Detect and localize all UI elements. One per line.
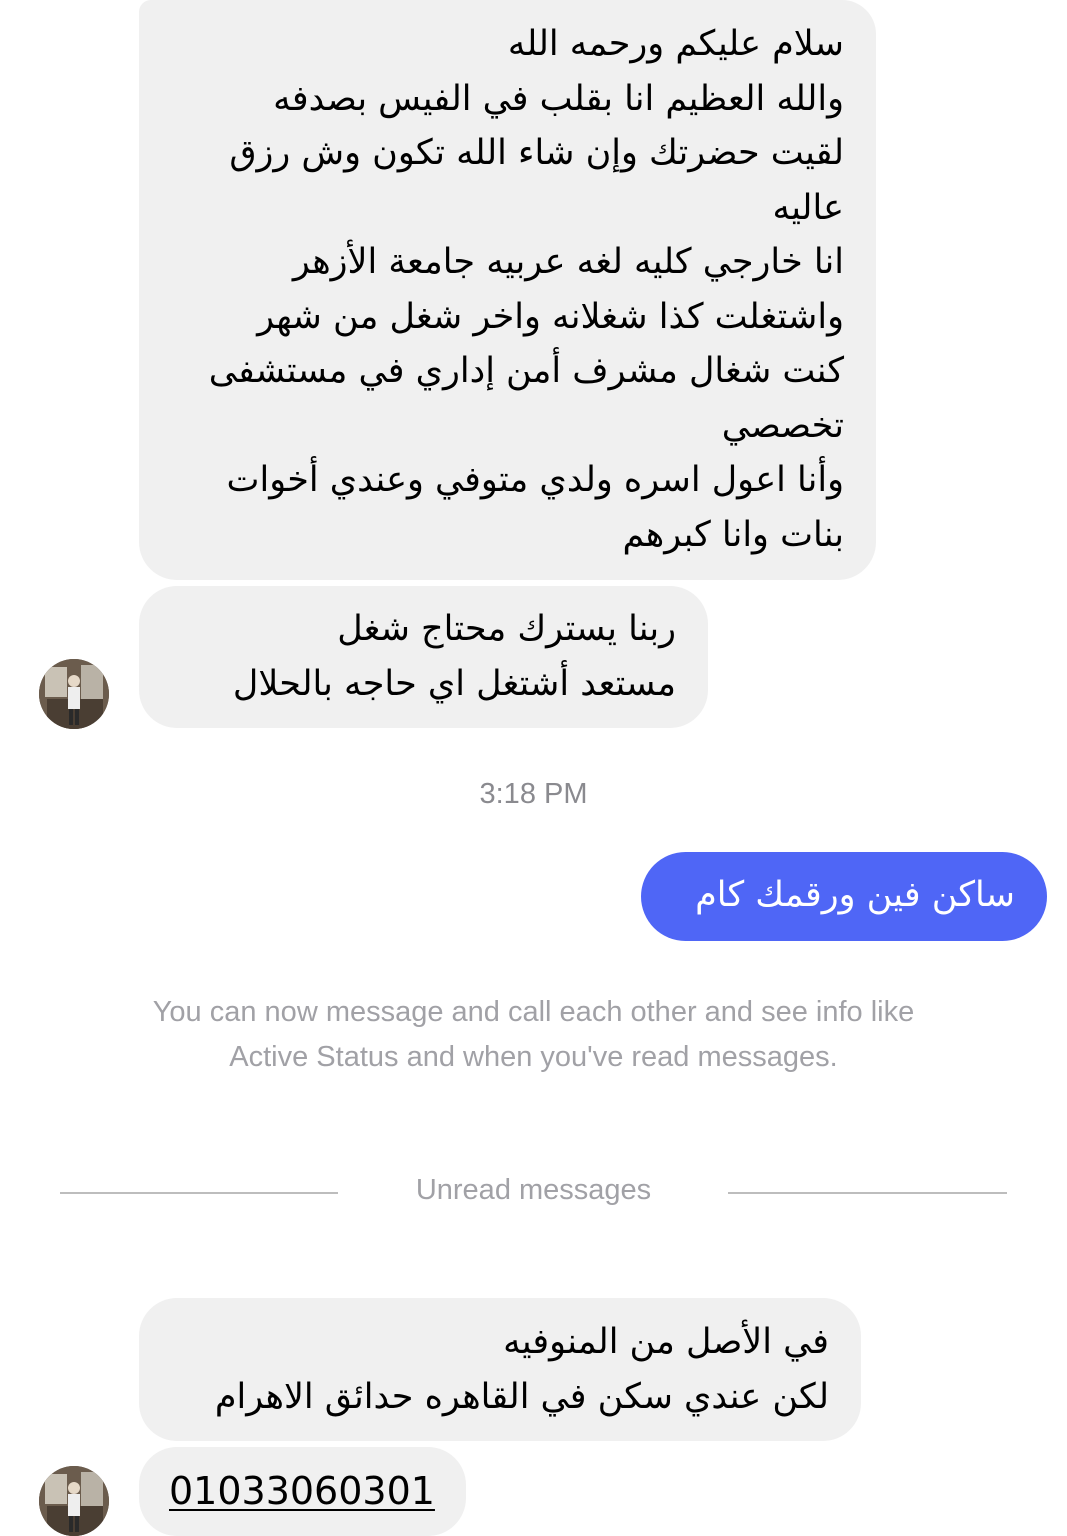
message-line: لكن عندي سكن في القاهره حدائق الاهرام (214, 1376, 829, 1417)
message-line: مستعد أشتغل اي حاجه بالحلال (232, 663, 676, 704)
system-notice: You can now message and call each other … (60, 990, 1007, 1080)
outgoing-message-bubble[interactable]: ساكن فين ورقمك كام (641, 852, 1047, 941)
system-notice-line: Active Status and when you've read messa… (229, 1041, 838, 1073)
incoming-message-bubble[interactable]: في الأصل من المنوفيه لكن عندي سكن في الق… (139, 1298, 861, 1441)
message-line: لقيت حضرتك وإن شاء الله تكون وش رزق (229, 133, 844, 173)
message-line: والله العظيم انا بقلب في الفيس بصدفه (273, 78, 844, 119)
message-line: ساكن فين ورقمك كام (695, 875, 1015, 915)
incoming-message-bubble[interactable]: سلام عليكم ورحمه الله والله العظيم انا ب… (139, 0, 876, 580)
system-notice-line: You can now message and call each other … (152, 996, 915, 1028)
message-line: عاليه (772, 187, 844, 228)
contact-avatar[interactable] (39, 1466, 109, 1536)
message-line: في الأصل من المنوفيه (503, 1322, 829, 1362)
avatar-photo-icon (39, 1466, 109, 1536)
contact-avatar[interactable] (39, 659, 109, 729)
timestamp: 3:18 PM (479, 778, 588, 810)
incoming-message-bubble[interactable]: 01033060301 (139, 1447, 466, 1536)
message-line: تخصصي (721, 405, 844, 446)
message-line: ربنا يسترك محتاج شغل (337, 609, 676, 649)
message-line: انا خارجي كليه لغه عربيه جامعة الأزهر (292, 242, 844, 282)
message-line: كنت شغال مشرف أمن إداري في مستشفى (208, 351, 844, 391)
message-line: سلام عليكم ورحمه الله (507, 24, 844, 64)
phone-number-link[interactable]: 01033060301 (169, 1464, 435, 1518)
divider-line-right (728, 1192, 1007, 1194)
message-line: واشتغلت كذا شغلانه واخر شغل من شهر (257, 296, 844, 337)
message-line: وأنا اعول اسره ولدي متوفي وعندي أخوات (226, 460, 844, 500)
unread-messages-label: Unread messages (415, 1174, 652, 1206)
avatar-photo-icon (39, 659, 109, 729)
incoming-message-bubble[interactable]: ربنا يسترك محتاج شغل مستعد أشتغل اي حاجه… (139, 586, 708, 728)
message-line: بنات وانا كبرهم (622, 514, 844, 555)
